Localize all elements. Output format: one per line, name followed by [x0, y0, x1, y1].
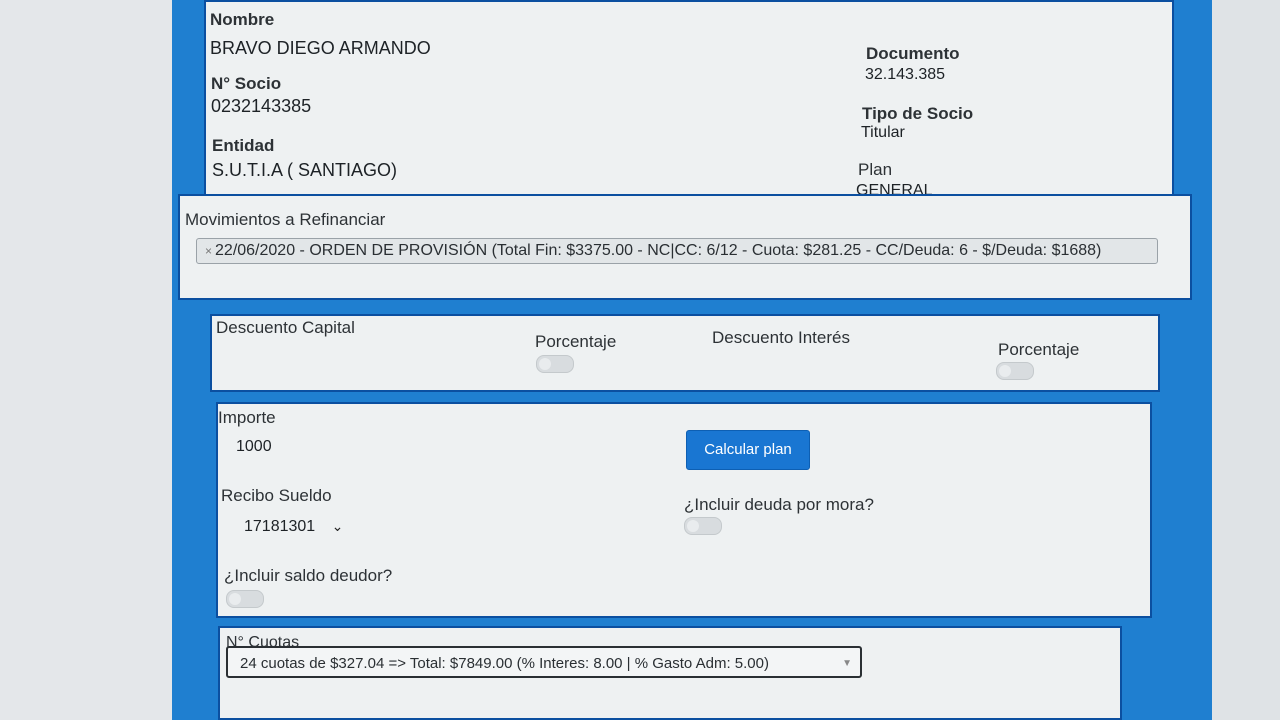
incluir-saldo-label: ¿Incluir saldo deudor? [224, 566, 393, 585]
nsocio-label: N° Socio [211, 74, 282, 93]
descuento-interes-label: Descuento Interés [712, 328, 850, 347]
socio-info-panel [204, 0, 1174, 214]
descuento-capital-label: Descuento Capital [216, 318, 355, 337]
documento-value: 32.143.385 [865, 66, 946, 83]
remove-chip-icon[interactable]: × [205, 244, 212, 258]
calcular-plan-button[interactable]: Calcular plan [686, 430, 810, 470]
recibo-sueldo-label: Recibo Sueldo [221, 486, 332, 505]
porcentaje-capital-toggle[interactable] [536, 355, 574, 373]
background-wall [0, 0, 175, 720]
nsocio-value: 0232143385 [211, 96, 312, 116]
movimiento-chip-text: 22/06/2020 - ORDEN DE PROVISIÓN (Total F… [215, 242, 1102, 259]
chevron-down-icon[interactable]: ⌄ [332, 518, 344, 534]
dropdown-caret-icon: ▼ [842, 658, 852, 669]
documento-label: Documento [866, 44, 960, 63]
importe-input[interactable]: 1000 [236, 438, 272, 456]
movimiento-chip[interactable]: × 22/06/2020 - ORDEN DE PROVISIÓN (Total … [196, 238, 1158, 264]
movimientos-label: Movimientos a Refinanciar [185, 210, 386, 229]
importe-label: Importe [218, 408, 276, 427]
incluir-mora-toggle[interactable] [684, 517, 722, 535]
tipo-socio-label: Tipo de Socio [862, 104, 974, 123]
entidad-label: Entidad [212, 136, 275, 155]
cuotas-select[interactable]: 24 cuotas de $327.04 => Total: $7849.00 … [226, 646, 862, 678]
nombre-value: BRAVO DIEGO ARMANDO [210, 38, 431, 58]
porcentaje-interes-toggle[interactable] [996, 362, 1034, 380]
incluir-saldo-toggle[interactable] [226, 590, 264, 608]
incluir-mora-label: ¿Incluir deuda por mora? [684, 495, 874, 514]
porcentaje-capital-label: Porcentaje [535, 332, 617, 351]
entidad-value: S.U.T.I.A ( SANTIAGO) [212, 160, 398, 180]
recibo-sueldo-value: 17181301 [244, 518, 316, 535]
plan-label: Plan [858, 160, 893, 179]
cuotas-selected-value: 24 cuotas de $327.04 => Total: $7849.00 … [240, 655, 769, 672]
nombre-label: Nombre [210, 10, 275, 29]
porcentaje-interes-label: Porcentaje [998, 340, 1080, 359]
tipo-socio-value: Titular [861, 124, 905, 141]
recibo-sueldo-select[interactable]: 17181301 ⌄ [244, 518, 343, 536]
